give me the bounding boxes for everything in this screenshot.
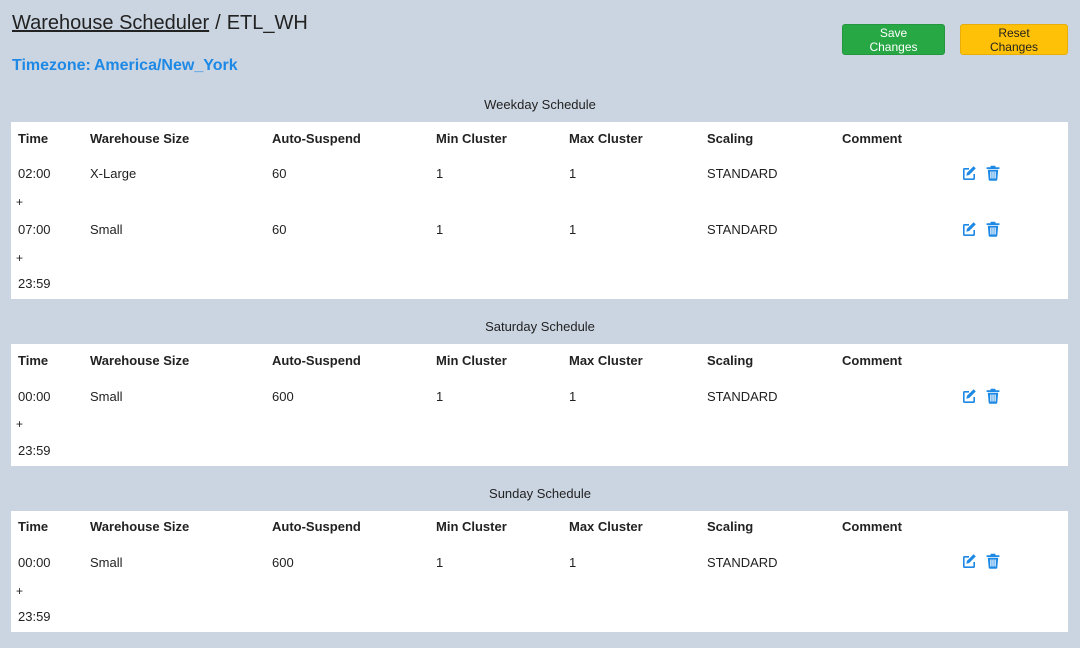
column-header-max-cluster: Max Cluster bbox=[569, 353, 643, 368]
row-time: 00:00 bbox=[18, 389, 51, 404]
column-header-min-cluster: Min Cluster bbox=[436, 131, 507, 146]
weekday-schedule-table: Time Warehouse Size Auto-Suspend Min Clu… bbox=[11, 122, 1068, 299]
column-header-comment: Comment bbox=[842, 131, 902, 146]
row-scaling: STANDARD bbox=[707, 222, 778, 237]
column-header-time: Time bbox=[18, 519, 49, 534]
page-title: Warehouse Scheduler / ETL_WH bbox=[12, 12, 308, 35]
row-min-cluster: 1 bbox=[436, 389, 444, 404]
column-header-max-cluster: Max Cluster bbox=[569, 519, 643, 534]
row-actions bbox=[961, 553, 1001, 569]
row-min-cluster: 1 bbox=[436, 555, 444, 570]
row-time: 02:00 bbox=[18, 166, 51, 181]
weekday-schedule-title: Weekday Schedule bbox=[484, 97, 596, 112]
trash-icon[interactable] bbox=[985, 388, 1001, 404]
insert-row-button[interactable]: + bbox=[16, 195, 23, 209]
row-warehouse-size: Small bbox=[90, 222, 123, 237]
column-header-max-cluster: Max Cluster bbox=[569, 131, 643, 146]
scheduler-home-link[interactable]: Warehouse Scheduler bbox=[12, 12, 209, 34]
row-max-cluster: 1 bbox=[569, 389, 577, 404]
row-min-cluster: 1 bbox=[436, 222, 444, 237]
edit-icon[interactable] bbox=[961, 165, 977, 181]
column-header-warehouse-size: Warehouse Size bbox=[90, 519, 190, 534]
sunday-schedule-table: Time Warehouse Size Auto-Suspend Min Clu… bbox=[11, 511, 1068, 632]
warehouse-name: ETL_WH bbox=[226, 12, 308, 34]
edit-icon[interactable] bbox=[961, 388, 977, 404]
timezone-display: Timezone: America/New_York bbox=[12, 57, 238, 75]
insert-row-button[interactable]: + bbox=[16, 251, 23, 265]
column-header-scaling: Scaling bbox=[707, 353, 754, 368]
column-header-time: Time bbox=[18, 353, 49, 368]
row-warehouse-size: Small bbox=[90, 389, 123, 404]
row-auto-suspend: 600 bbox=[272, 555, 294, 570]
schedule-end-time: 23:59 bbox=[18, 609, 51, 624]
breadcrumb-separator: / bbox=[215, 12, 221, 34]
row-scaling: STANDARD bbox=[707, 166, 778, 181]
column-header-auto-suspend: Auto-Suspend bbox=[272, 131, 361, 146]
column-header-auto-suspend: Auto-Suspend bbox=[272, 353, 361, 368]
row-max-cluster: 1 bbox=[569, 555, 577, 570]
trash-icon[interactable] bbox=[985, 165, 1001, 181]
row-warehouse-size: X-Large bbox=[90, 166, 137, 181]
column-header-scaling: Scaling bbox=[707, 131, 754, 146]
row-scaling: STANDARD bbox=[707, 389, 778, 404]
schedule-end-time: 23:59 bbox=[18, 443, 51, 458]
row-min-cluster: 1 bbox=[436, 166, 444, 181]
edit-icon[interactable] bbox=[961, 553, 977, 569]
row-time: 00:00 bbox=[18, 555, 51, 570]
timezone-label: Timezone: bbox=[12, 57, 91, 74]
row-auto-suspend: 60 bbox=[272, 166, 287, 181]
row-warehouse-size: Small bbox=[90, 555, 123, 570]
insert-row-button[interactable]: + bbox=[16, 584, 23, 598]
column-header-warehouse-size: Warehouse Size bbox=[90, 131, 190, 146]
row-time: 07:00 bbox=[18, 222, 51, 237]
reset-changes-button[interactable]: Reset Changes bbox=[960, 24, 1068, 55]
column-header-scaling: Scaling bbox=[707, 519, 754, 534]
schedule-end-time: 23:59 bbox=[18, 276, 51, 291]
row-actions bbox=[961, 388, 1001, 404]
trash-icon[interactable] bbox=[985, 553, 1001, 569]
row-max-cluster: 1 bbox=[569, 166, 577, 181]
row-scaling: STANDARD bbox=[707, 555, 778, 570]
column-header-warehouse-size: Warehouse Size bbox=[90, 353, 190, 368]
saturday-schedule-title: Saturday Schedule bbox=[485, 319, 595, 334]
column-header-comment: Comment bbox=[842, 519, 902, 534]
save-changes-button[interactable]: Save Changes bbox=[842, 24, 945, 55]
column-header-min-cluster: Min Cluster bbox=[436, 519, 507, 534]
row-max-cluster: 1 bbox=[569, 222, 577, 237]
saturday-schedule-table: Time Warehouse Size Auto-Suspend Min Clu… bbox=[11, 344, 1068, 466]
sunday-schedule-title: Sunday Schedule bbox=[489, 486, 591, 501]
row-actions bbox=[961, 221, 1001, 237]
column-header-comment: Comment bbox=[842, 353, 902, 368]
insert-row-button[interactable]: + bbox=[16, 417, 23, 431]
column-header-min-cluster: Min Cluster bbox=[436, 353, 507, 368]
row-auto-suspend: 60 bbox=[272, 222, 287, 237]
column-header-time: Time bbox=[18, 131, 49, 146]
edit-icon[interactable] bbox=[961, 221, 977, 237]
trash-icon[interactable] bbox=[985, 221, 1001, 237]
row-actions bbox=[961, 165, 1001, 181]
timezone-value: America/New_York bbox=[93, 57, 238, 74]
column-header-auto-suspend: Auto-Suspend bbox=[272, 519, 361, 534]
row-auto-suspend: 600 bbox=[272, 389, 294, 404]
